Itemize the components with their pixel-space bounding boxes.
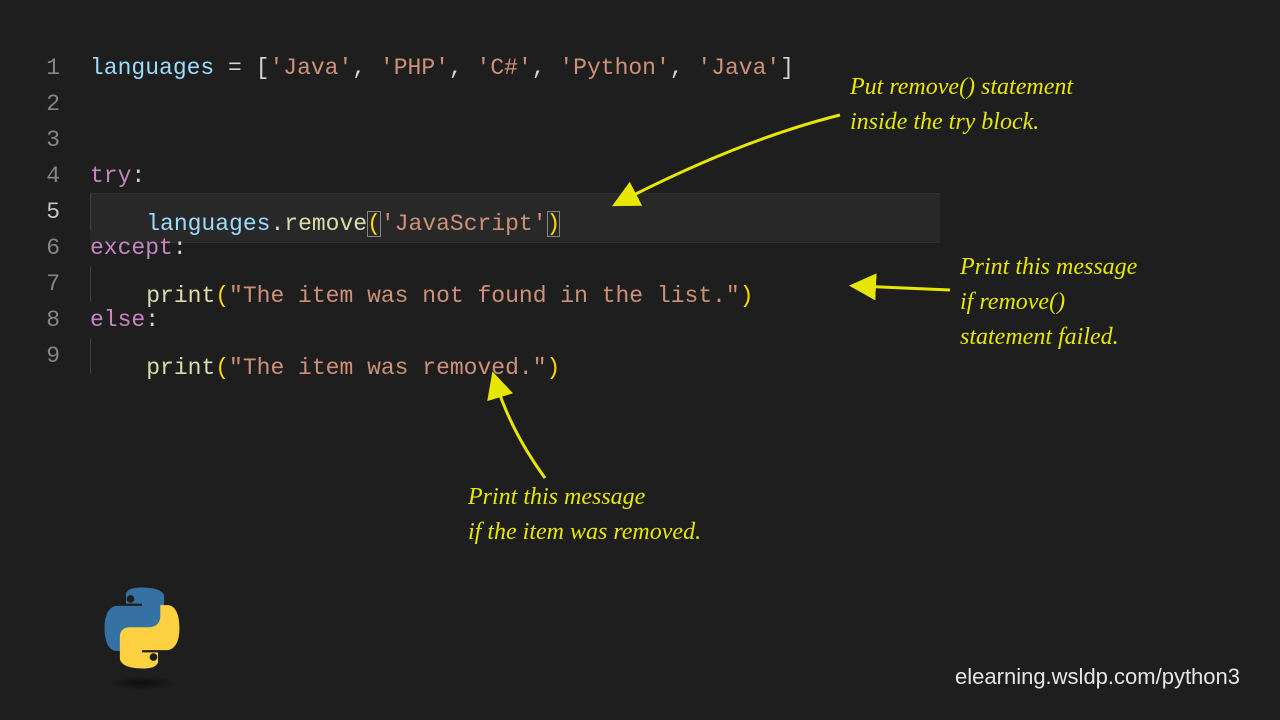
colon: : [173, 235, 187, 261]
indent [91, 355, 146, 381]
comma: , [449, 55, 477, 81]
paren-close: ) [547, 355, 561, 381]
string-literal: 'PHP' [380, 55, 449, 81]
annotation-try-block: Put remove() statement inside the try bl… [850, 70, 1073, 140]
bracket: ] [780, 55, 794, 81]
code-line: 1 languages = ['Java', 'PHP', 'C#', 'Pyt… [0, 50, 1280, 86]
code-line-current: 5 languages.remove('JavaScript') [0, 194, 1280, 230]
line-number: 3 [0, 122, 90, 158]
line-number: 2 [0, 86, 90, 122]
colon: : [131, 163, 145, 189]
dot: . [270, 211, 284, 237]
code-line: 2 [0, 86, 1280, 122]
paren-open: ( [215, 283, 229, 309]
identifier: languages [90, 55, 214, 81]
paren-close: ) [740, 283, 754, 309]
code-line: 4 try: [0, 158, 1280, 194]
keyword-else: else [90, 307, 145, 333]
line-number: 1 [0, 50, 90, 86]
line-number: 9 [0, 338, 90, 374]
line-number: 5 [0, 194, 90, 230]
comma: , [352, 55, 380, 81]
string-literal: "The item was not found in the list." [229, 283, 740, 309]
function-call: remove [284, 211, 367, 237]
paren-close: ) [547, 211, 561, 237]
string-literal: 'JavaScript' [381, 211, 547, 237]
footer-url: elearning.wsldp.com/python3 [955, 664, 1240, 690]
comma: , [532, 55, 560, 81]
line-number: 4 [0, 158, 90, 194]
string-literal: 'Java' [697, 55, 780, 81]
string-literal: 'C#' [477, 55, 532, 81]
logo-shadow [107, 676, 177, 690]
colon: : [145, 307, 159, 333]
comma: , [670, 55, 698, 81]
code-line: 3 [0, 122, 1280, 158]
line-number: 8 [0, 302, 90, 338]
string-literal: "The item was removed." [229, 355, 546, 381]
function-call: print [146, 355, 215, 381]
string-literal: 'Java' [269, 55, 352, 81]
annotation-except: Print this message if remove() statement… [960, 250, 1137, 354]
python-logo-icon [100, 586, 184, 690]
keyword-try: try [90, 163, 131, 189]
annotation-else: Print this message if the item was remov… [468, 480, 701, 550]
operator: = [214, 55, 255, 81]
paren-open: ( [367, 211, 381, 237]
line-number: 6 [0, 230, 90, 266]
bracket: [ [256, 55, 270, 81]
paren-open: ( [215, 355, 229, 381]
keyword-except: except [90, 235, 173, 261]
line-number: 7 [0, 266, 90, 302]
string-literal: 'Python' [559, 55, 669, 81]
